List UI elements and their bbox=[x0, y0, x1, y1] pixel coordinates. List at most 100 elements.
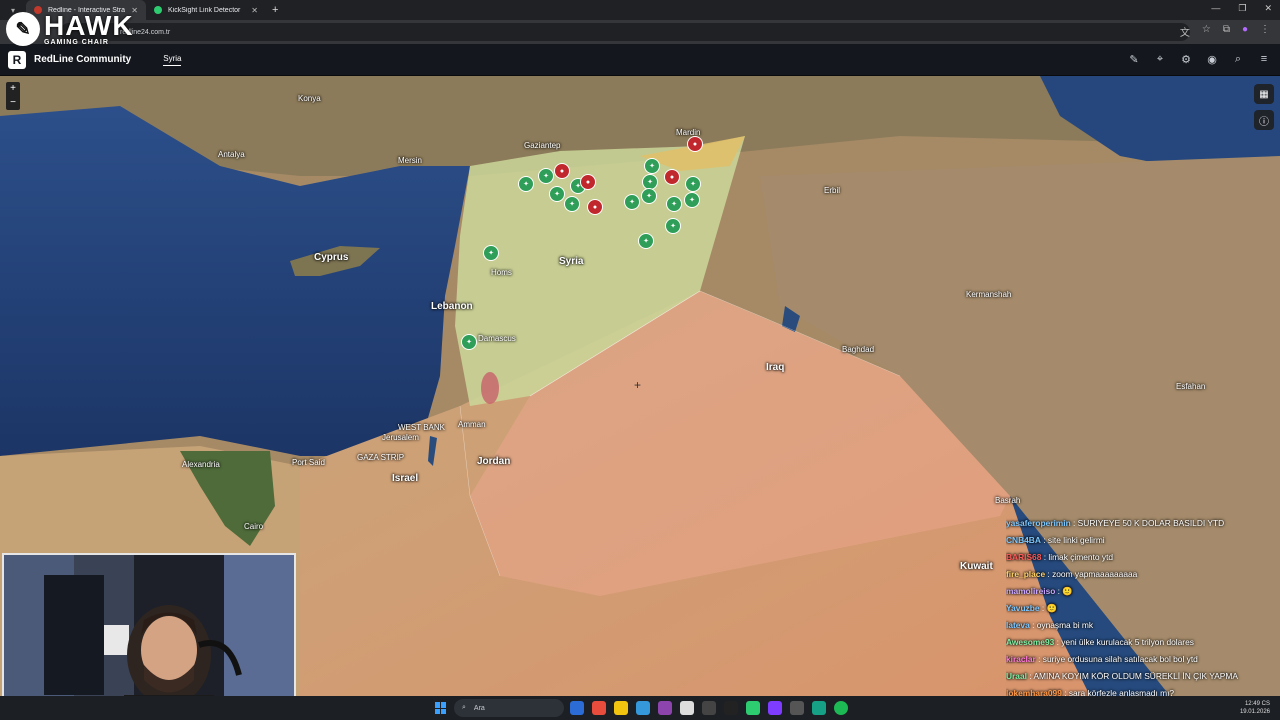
chat-message: yasaferoperimin : SURIYEYE 50 K DOLAR BA… bbox=[1006, 515, 1276, 532]
chat-username[interactable]: Yavuzbe bbox=[1006, 603, 1040, 613]
chat-username[interactable]: fire_place bbox=[1006, 569, 1045, 579]
label-kuwait: Kuwait bbox=[960, 561, 993, 572]
taskbar-app-icon[interactable] bbox=[790, 701, 804, 715]
new-tab-button[interactable]: + bbox=[266, 4, 284, 16]
close-tab-icon[interactable]: ✕ bbox=[251, 6, 258, 15]
map-marker-red[interactable]: ● bbox=[554, 163, 570, 179]
spotify-icon[interactable] bbox=[834, 701, 848, 715]
chat-message: CNB4BA : site linki gelirmi bbox=[1006, 532, 1276, 549]
chat-message: Yavuzbe : 🙂 bbox=[1006, 600, 1276, 617]
map-marker-green[interactable]: ✦ bbox=[483, 245, 499, 261]
file-explorer-icon[interactable] bbox=[614, 701, 628, 715]
map-marker-green[interactable]: ✦ bbox=[461, 334, 477, 350]
hawk-logo-icon: ✎ bbox=[6, 12, 40, 46]
taskbar-app-icon[interactable] bbox=[658, 701, 672, 715]
chat-username[interactable]: Uraal bbox=[1006, 671, 1027, 681]
chat-username[interactable]: yasaferoperimin bbox=[1006, 518, 1071, 528]
taskbar-app-icon[interactable] bbox=[570, 701, 584, 715]
label-erbil: Erbil bbox=[824, 186, 841, 195]
chat-message: mamolireiso : 🙂 bbox=[1006, 583, 1276, 600]
map-marker-green[interactable]: ✦ bbox=[564, 196, 580, 212]
label-amman: Amman bbox=[458, 420, 486, 429]
label-lebanon: Lebanon bbox=[431, 301, 473, 312]
chat-username[interactable]: kiraclar bbox=[1006, 654, 1036, 664]
draw-pen-icon[interactable]: ✎ bbox=[1128, 53, 1140, 66]
taskbar-app-icon[interactable] bbox=[812, 701, 826, 715]
translate-icon[interactable]: 文 bbox=[1180, 24, 1190, 39]
taskbar-app-icon[interactable] bbox=[746, 701, 760, 715]
map-marker-green[interactable]: ✦ bbox=[665, 218, 681, 234]
bookmark-star-icon[interactable]: ☆ bbox=[1202, 24, 1211, 39]
chat-username[interactable]: BARIS68 bbox=[1006, 552, 1041, 562]
taskbar-app-icon[interactable] bbox=[636, 701, 650, 715]
chat-username[interactable]: CNB4BA bbox=[1006, 535, 1041, 545]
location-pin-icon[interactable]: ⌖ bbox=[1154, 53, 1166, 66]
taskbar-app-icon[interactable] bbox=[724, 701, 738, 715]
address-bar-row: redline24.com.tr 文 ☆ ⧉ ● ⋮ bbox=[0, 20, 1280, 44]
info-icon[interactable]: ⓘ bbox=[1254, 110, 1274, 130]
taskbar-app-icon[interactable] bbox=[702, 701, 716, 715]
taskbar-app-icon[interactable] bbox=[680, 701, 694, 715]
system-tray[interactable]: 12:49 CS 19.01.2026 bbox=[1240, 700, 1270, 716]
browser-menu-icon[interactable]: ⋮ bbox=[1260, 24, 1270, 39]
map-marker-green[interactable]: ✦ bbox=[644, 158, 660, 174]
taskbar-app-icon[interactable] bbox=[768, 701, 782, 715]
taskbar-search[interactable]: ⌕ Ara bbox=[454, 699, 564, 717]
layers-map-icon[interactable]: ▦ bbox=[1254, 84, 1274, 104]
map-marker-green[interactable]: ✦ bbox=[624, 194, 640, 210]
zoom-in-button[interactable]: + bbox=[6, 82, 20, 96]
tab-syria[interactable]: Syria bbox=[163, 54, 182, 66]
label-alexandria: Alexandria bbox=[182, 460, 220, 469]
chat-message: fire_place : zoom yapmaaaaaaaaa bbox=[1006, 566, 1276, 583]
chat-text: : suriye ordusuna silah satılacak bol bo… bbox=[1035, 654, 1198, 664]
search-icon[interactable]: ⌕ bbox=[1232, 53, 1244, 66]
taskbar-app-icon[interactable] bbox=[592, 701, 606, 715]
browser-tab-kicksight[interactable]: KickSight Link Detector ✕ bbox=[146, 0, 266, 20]
map-marker-red[interactable]: ● bbox=[687, 136, 703, 152]
chat-message: kiraclar : suriye ordusuna silah satılac… bbox=[1006, 651, 1276, 668]
browser-tab-bar: ▾ Redline - Interactive Strategic M ✕ Ki… bbox=[0, 0, 1280, 20]
map-marker-red[interactable]: ● bbox=[664, 169, 680, 185]
profile-avatar[interactable]: ● bbox=[1242, 24, 1248, 39]
chat-username[interactable]: Awesome93 bbox=[1006, 637, 1054, 647]
zoom-out-button[interactable]: − bbox=[6, 96, 20, 110]
restore-icon[interactable]: ❐ bbox=[1238, 3, 1246, 14]
chat-username[interactable]: lateva bbox=[1006, 620, 1030, 630]
label-kermanshah: Kermanshah bbox=[966, 290, 1012, 299]
url-field[interactable]: redline24.com.tr bbox=[60, 23, 1190, 41]
windows-start-icon[interactable] bbox=[435, 702, 447, 714]
map-marker-green[interactable]: ✦ bbox=[518, 176, 534, 192]
minimize-icon[interactable]: — bbox=[1211, 3, 1220, 14]
extensions-icon[interactable]: ⧉ bbox=[1223, 24, 1230, 39]
map-marker-green[interactable]: ✦ bbox=[538, 168, 554, 184]
chat-message: Uraal : AMINA KOYIM KÖR OLDUM SÜREKLİ İN… bbox=[1006, 668, 1276, 685]
map-crosshair-icon: + bbox=[634, 378, 642, 392]
chat-text: : 🙂 bbox=[1055, 586, 1073, 596]
map-marker-green[interactable]: ✦ bbox=[641, 188, 657, 204]
map-marker-green[interactable]: ✦ bbox=[638, 233, 654, 249]
search-placeholder: Ara bbox=[473, 704, 485, 712]
label-israel: Israel bbox=[392, 473, 419, 484]
map-marker-red[interactable]: ● bbox=[580, 174, 596, 190]
map-marker-red[interactable]: ● bbox=[587, 199, 603, 215]
chat-text: : oynaşma bi mk bbox=[1029, 620, 1094, 630]
close-window-icon[interactable]: ✕ bbox=[1264, 3, 1272, 14]
chat-username[interactable]: mamolireiso bbox=[1006, 586, 1055, 596]
map-marker-green[interactable]: ✦ bbox=[684, 192, 700, 208]
label-port-said: Port Said bbox=[292, 458, 325, 467]
map-marker-green[interactable]: ✦ bbox=[685, 176, 701, 192]
label-isfahan: Esfahan bbox=[1176, 382, 1206, 391]
app-name[interactable]: RedLine Community bbox=[34, 54, 131, 65]
label-gaza: GAZA STRIP bbox=[357, 453, 405, 462]
map-marker-green[interactable]: ✦ bbox=[666, 196, 682, 212]
label-damascus: Damascus bbox=[478, 334, 516, 343]
redline-logo[interactable]: R bbox=[8, 50, 26, 69]
hamburger-menu-icon[interactable]: ≡ bbox=[1258, 53, 1270, 66]
settings-gear-icon[interactable]: ⚙ bbox=[1180, 53, 1192, 66]
tab-title: KickSight Link Detector bbox=[168, 6, 241, 14]
label-jerusalem: Jerusalem bbox=[382, 433, 419, 442]
chat-message: lateva : oynaşma bi mk bbox=[1006, 617, 1276, 634]
camera-icon[interactable]: ◉ bbox=[1206, 53, 1218, 66]
label-mersin: Mersin bbox=[398, 156, 423, 165]
map-marker-green[interactable]: ✦ bbox=[549, 186, 565, 202]
